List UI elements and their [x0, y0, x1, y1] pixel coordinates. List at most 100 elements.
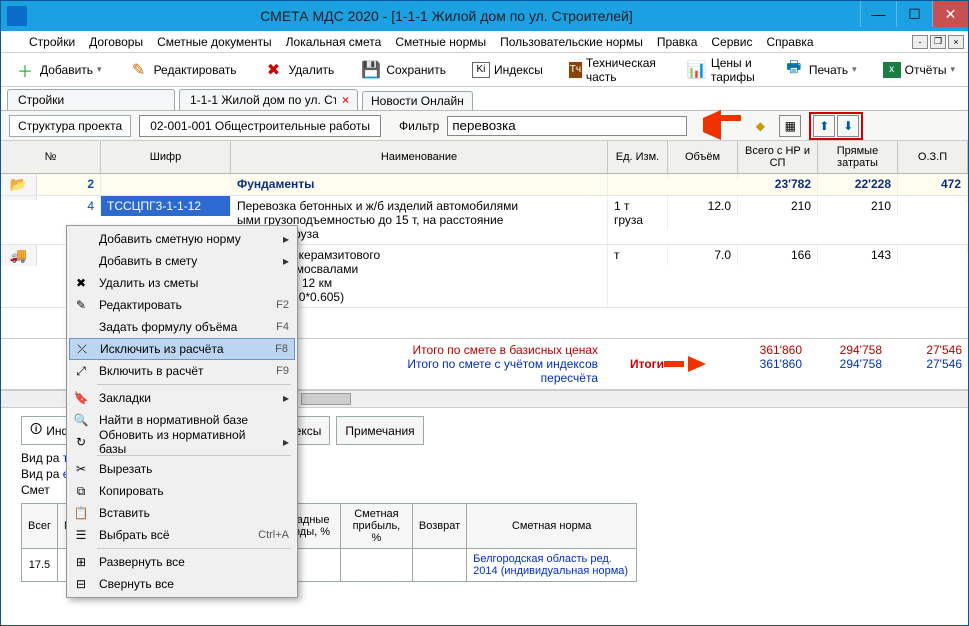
delete-button[interactable]: ✖Удалить	[255, 56, 341, 84]
tab-root[interactable]	[7, 89, 175, 110]
menu-spravka[interactable]: Справка	[760, 33, 819, 51]
excel-icon: x	[883, 62, 901, 78]
cell-vsego[interactable]: 17.5	[22, 549, 58, 582]
menu-icon: 🔍	[71, 413, 91, 427]
menu-smetnye-dokumenty[interactable]: Сметные документы	[151, 33, 278, 51]
delete-icon: ✖	[262, 59, 284, 81]
tech-part-button[interactable]: ТчТехническая часть	[562, 53, 668, 87]
menu-label: Обновить из нормативной базы	[99, 428, 275, 456]
col-shifr[interactable]: Шифр	[101, 141, 231, 173]
menu-polzovat-normy[interactable]: Пользовательские нормы	[494, 33, 649, 51]
vid-rabot-1-label: Вид ра	[21, 451, 59, 465]
window-minimize[interactable]: —	[860, 1, 896, 27]
menu-icon: ✂	[71, 462, 91, 476]
context-menu: Добавить сметную норму▸Добавить в смету▸…	[66, 225, 298, 598]
ctx-item[interactable]: ⤢Включить в расчётF9	[69, 360, 295, 382]
ctx-item[interactable]: ⊟ Свернуть все	[69, 573, 295, 595]
ctx-item[interactable]: Добавить в смету▸	[69, 250, 295, 272]
print-icon: 🖶	[783, 59, 805, 81]
ctx-item[interactable]: ⊞Развернуть все	[69, 551, 295, 573]
ctx-item[interactable]: 📋 Вставить	[69, 502, 295, 524]
col-ed[interactable]: Ед. Изм.	[608, 141, 668, 173]
ctx-item[interactable]: ⤫Исключить из расчётаF8	[69, 338, 295, 360]
menu-smetnye-normy[interactable]: Сметные нормы	[389, 33, 492, 51]
menu-label: Редактировать	[99, 298, 268, 312]
menu-label: Копировать	[99, 484, 289, 498]
menu-label: Найти в нормативной базе	[99, 413, 289, 427]
print-button[interactable]: 🖶Печать▾	[776, 56, 864, 84]
norma-link[interactable]: Белгородская область ред. 2014 (индивиду…	[467, 549, 637, 582]
menu-dogovory[interactable]: Договоры	[83, 33, 149, 51]
tab-notes[interactable]: Примечания	[336, 416, 423, 445]
col-name[interactable]: Наименование	[231, 141, 608, 173]
ctx-item[interactable]: ☰Выбрать всёCtrl+A	[69, 524, 295, 546]
menu-label: Свернуть все	[99, 577, 289, 591]
col-ozp[interactable]: О.З.П	[898, 141, 968, 173]
indexes-button[interactable]: KiИндексы	[465, 59, 550, 81]
nav-arrows-box: ⬆ ⬇	[809, 112, 863, 140]
app-icon	[7, 6, 27, 26]
window-maximize[interactable]: ☐	[896, 1, 932, 27]
edit-button[interactable]: ✎Редактировать	[121, 56, 244, 84]
menu-icon: ⤢	[71, 364, 91, 379]
section-row[interactable]: 📂 2 Фундаменты 23'782 22'228 472	[1, 174, 968, 196]
filter-input[interactable]	[447, 116, 687, 136]
mdi-minimize[interactable]: -	[912, 35, 928, 49]
menu-servis[interactable]: Сервис	[705, 33, 758, 51]
ctx-item[interactable]: ✂Вырезать	[69, 458, 295, 480]
col-pz[interactable]: Прямые затраты	[818, 141, 898, 173]
ctx-item[interactable]: 🔖Закладки▸	[69, 387, 295, 409]
doc-tab-current[interactable]: 02-001-001 Общестроительные работы	[139, 115, 381, 137]
prices-button[interactable]: 📊Цены и тарифы	[680, 53, 764, 87]
th-profit: Сметная прибыль, %	[340, 504, 412, 549]
clear-filter-button[interactable]: ◆	[749, 115, 771, 137]
grid-options-button[interactable]: ▦	[779, 115, 801, 137]
save-button[interactable]: 💾Сохранить	[353, 56, 453, 84]
menu-lokalnaya-smeta[interactable]: Локальная смета	[280, 33, 388, 51]
toolbar: ＋Добавить▾ ✎Редактировать ✖Удалить 💾Сохр…	[1, 53, 968, 87]
reports-button[interactable]: xОтчёты▾	[876, 59, 962, 81]
mdi-restore[interactable]: ❐	[930, 35, 946, 49]
plus-icon: ＋	[14, 59, 36, 81]
col-hr[interactable]: Всего с НР и СП	[738, 141, 818, 173]
vid-rabot-2-label: Вид ра	[21, 467, 59, 481]
tab-news[interactable]: Новости Онлайн	[362, 91, 473, 110]
tab-doc[interactable]: ×	[179, 89, 358, 110]
structure-button[interactable]: Структура проекта	[9, 115, 131, 137]
add-button[interactable]: ＋Добавить▾	[7, 56, 109, 84]
tab-doc-input[interactable]	[188, 92, 338, 108]
ctx-item[interactable]: ✖Удалить из сметы	[69, 272, 295, 294]
ctx-item[interactable]: Задать формулу объёмаF4	[69, 316, 295, 338]
menubar: Стройки Договоры Сметные документы Локал…	[1, 31, 968, 53]
ctx-item[interactable]: Добавить сметную норму▸	[69, 228, 295, 250]
menu-icon: ⧉	[71, 484, 91, 499]
itogi-annotation: Итоги	[608, 339, 728, 389]
menu-label: Вставить	[99, 506, 289, 520]
menu-stroyki[interactable]: Стройки	[23, 33, 81, 51]
ki-icon: Ki	[472, 62, 490, 78]
menu-icon: 📋	[71, 506, 91, 520]
menu-label: Исключить из расчёта	[100, 342, 267, 356]
next-match-button[interactable]: ⬇	[837, 115, 859, 137]
ctx-item[interactable]: ⧉ Копировать	[69, 480, 295, 502]
menu-pravka[interactable]: Правка	[651, 33, 704, 51]
annotation-arrow-left	[695, 118, 741, 134]
menu-icon: ☰	[71, 528, 91, 542]
document-bar: Структура проекта 02-001-001 Общестроите…	[1, 111, 968, 141]
th-vsego: Всег	[22, 504, 58, 549]
prev-match-button[interactable]: ⬆	[813, 115, 835, 137]
close-icon[interactable]: ×	[342, 93, 349, 107]
menu-icon: ⊟	[71, 577, 91, 591]
mdi-close[interactable]: ×	[948, 35, 964, 49]
ctx-item[interactable]: ✎РедактироватьF2	[69, 294, 295, 316]
tab-root-input[interactable]	[16, 92, 166, 108]
col-obj[interactable]: Объём	[668, 141, 738, 173]
menu-icon: ✖	[71, 276, 91, 290]
col-n[interactable]: №	[1, 141, 101, 173]
tech-icon: Тч	[569, 62, 582, 78]
window-close[interactable]: ✕	[932, 1, 968, 27]
ctx-item[interactable]: ↻Обновить из нормативной базы▸	[69, 431, 295, 453]
chart-icon: 📊	[687, 59, 707, 81]
menu-icon: 🔖	[71, 391, 91, 405]
truck-icon: 🚚	[10, 247, 27, 264]
